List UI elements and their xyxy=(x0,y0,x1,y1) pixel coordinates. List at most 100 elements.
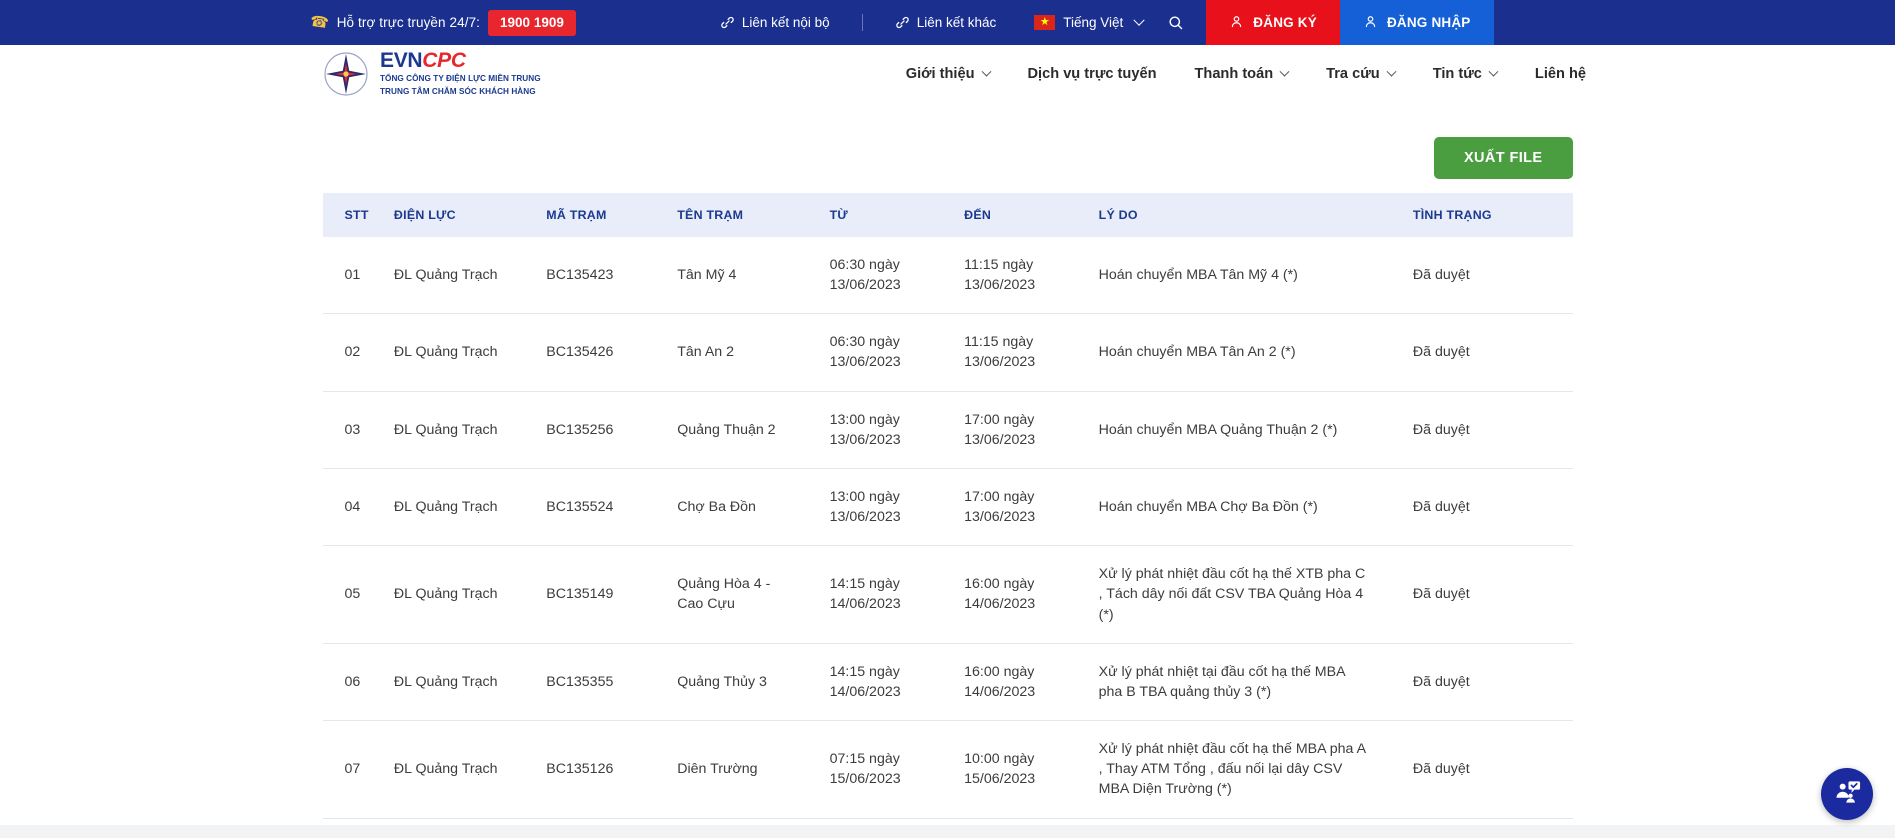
cell-den: 17:00 ngày 13/06/2023 xyxy=(964,391,1099,468)
nav-item-dich-vu-truc-tuyen[interactable]: Dịch vụ trực tuyến xyxy=(1009,66,1176,82)
nav-item-tin-tuc[interactable]: Tin tức xyxy=(1414,66,1516,82)
nav-item-lien-he[interactable]: Liên hệ xyxy=(1516,66,1605,82)
table-row[interactable]: 01 ĐL Quảng Trạch BC135423 Tân Mỹ 4 06:3… xyxy=(323,237,1573,314)
main-navigation: Giới thiệu Dịch vụ trực tuyến Thanh toán… xyxy=(887,66,1605,82)
nav-label: Tra cứu xyxy=(1326,66,1380,82)
other-links-link[interactable]: Liên kết khác xyxy=(891,15,1001,30)
cell-dien-luc: ĐL Quảng Trạch xyxy=(394,314,546,391)
brand-name-primary: EVN xyxy=(380,49,422,72)
column-header-ma-tram: MÃ TRẠM xyxy=(546,193,677,237)
cell-ten-tram: Diên Trường xyxy=(677,721,829,818)
cell-stt: 05 xyxy=(323,546,394,643)
column-header-tinh-trang: TÌNH TRẠNG xyxy=(1413,193,1573,237)
brand-logo[interactable]: EVNCPC TỔNG CÔNG TY ĐIỆN LỰC MIỀN TRUNG … xyxy=(323,50,541,98)
brand-title: EVNCPC xyxy=(380,50,541,72)
customer-support-chat-icon xyxy=(1833,777,1862,811)
table-header: STT ĐIỆN LỰC MÃ TRẠM TÊN TRẠM TỪ ĐẾN LÝ … xyxy=(323,193,1573,237)
internal-links-link[interactable]: Liên kết nội bộ xyxy=(716,15,834,30)
user-icon xyxy=(1229,14,1244,32)
cell-tinh-trang: Đã duyệt xyxy=(1413,643,1573,720)
cell-ma-tram: BC135423 xyxy=(546,237,677,314)
language-selector[interactable]: ★ Tiếng Việt xyxy=(1034,15,1143,30)
phone-icon: ☎ xyxy=(309,14,330,31)
cell-tu: 07:15 ngày 15/06/2023 xyxy=(830,721,965,818)
cell-dien-luc: ĐL Quảng Trạch xyxy=(394,546,546,643)
other-links-label: Liên kết khác xyxy=(917,15,997,30)
cell-den: 17:00 ngày 13/06/2023 xyxy=(964,468,1099,545)
cell-den: 11:15 ngày 13/06/2023 xyxy=(964,237,1099,314)
customer-support-chat-button[interactable] xyxy=(1821,768,1873,820)
hotline-group: ☎ Hỗ trợ trực truyền 24/7: 1900 1909 xyxy=(310,10,576,36)
bottom-page-strip xyxy=(0,825,1895,838)
site-header: EVNCPC TỔNG CÔNG TY ĐIỆN LỰC MIỀN TRUNG … xyxy=(0,45,1895,103)
chevron-down-icon xyxy=(1488,66,1498,76)
column-header-den: ĐẾN xyxy=(964,193,1099,237)
cell-ly-do: Xử lý phát nhiệt đầu cốt hạ thế MBA pha … xyxy=(1099,721,1413,818)
cell-tu: 14:15 ngày 14/06/2023 xyxy=(830,643,965,720)
table-row[interactable]: 05 ĐL Quảng Trạch BC135149 Quảng Hòa 4 -… xyxy=(323,546,1573,643)
chevron-down-icon xyxy=(1134,14,1145,25)
cell-ma-tram: BC135426 xyxy=(546,314,677,391)
cell-ma-tram: BC135126 xyxy=(546,721,677,818)
cell-tu: 06:30 ngày 13/06/2023 xyxy=(830,237,965,314)
table-row[interactable]: 02 ĐL Quảng Trạch BC135426 Tân An 2 06:3… xyxy=(323,314,1573,391)
register-button[interactable]: ĐĂNG KÝ xyxy=(1206,0,1340,45)
cell-dien-luc: ĐL Quảng Trạch xyxy=(394,391,546,468)
cell-ma-tram: BC135149 xyxy=(546,546,677,643)
cell-stt: 01 xyxy=(323,237,394,314)
table-row[interactable]: 07 ĐL Quảng Trạch BC135126 Diên Trường 0… xyxy=(323,721,1573,818)
top-utility-bar: ☎ Hỗ trợ trực truyền 24/7: 1900 1909 Liê… xyxy=(0,0,1895,45)
cell-tinh-trang: Đã duyệt xyxy=(1413,314,1573,391)
cell-ly-do: Xử lý phát nhiệt tại đầu cốt hạ thế MBA … xyxy=(1099,643,1413,720)
cell-tu: 06:30 ngày 13/06/2023 xyxy=(830,314,965,391)
cell-ly-do: Hoán chuyển MBA Chợ Ba Đồn (*) xyxy=(1099,468,1413,545)
table-row[interactable]: 03 ĐL Quảng Trạch BC135256 Quảng Thuận 2… xyxy=(323,391,1573,468)
cell-ten-tram: Tân An 2 xyxy=(677,314,829,391)
chevron-down-icon xyxy=(1386,66,1396,76)
table-row[interactable]: 04 ĐL Quảng Trạch BC135524 Chợ Ba Đồn 13… xyxy=(323,468,1573,545)
evn-compass-star-logo-icon xyxy=(323,51,369,97)
link-chain-icon xyxy=(895,15,910,30)
login-label: ĐĂNG NHẬP xyxy=(1387,15,1471,30)
chevron-down-icon xyxy=(981,66,991,76)
nav-label: Tin tức xyxy=(1433,66,1482,82)
brand-subtitle-line-2: TRUNG TÂM CHĂM SÓC KHÁCH HÀNG xyxy=(380,87,541,98)
language-label: Tiếng Việt xyxy=(1063,15,1123,30)
nav-item-gioi-thieu[interactable]: Giới thiệu xyxy=(887,66,1009,82)
login-button[interactable]: ĐĂNG NHẬP xyxy=(1340,0,1494,45)
outage-schedule-table: STT ĐIỆN LỰC MÃ TRẠM TÊN TRẠM TỪ ĐẾN LÝ … xyxy=(323,193,1573,819)
cell-dien-luc: ĐL Quảng Trạch xyxy=(394,468,546,545)
topbar-left-spacer xyxy=(0,0,310,45)
cell-ten-tram: Quảng Hòa 4 - Cao Cựu xyxy=(677,546,829,643)
column-header-ly-do: LÝ DO xyxy=(1099,193,1413,237)
nav-item-thanh-toan[interactable]: Thanh toán xyxy=(1175,66,1307,82)
cell-tinh-trang: Đã duyệt xyxy=(1413,237,1573,314)
cell-dien-luc: ĐL Quảng Trạch xyxy=(394,643,546,720)
cell-tinh-trang: Đã duyệt xyxy=(1413,546,1573,643)
export-toolbar: XUẤT FILE xyxy=(323,103,1573,193)
cell-ma-tram: BC135256 xyxy=(546,391,677,468)
cell-tinh-trang: Đã duyệt xyxy=(1413,468,1573,545)
brand-subtitle-line-1: TỔNG CÔNG TY ĐIỆN LỰC MIỀN TRUNG xyxy=(380,74,541,85)
brand-name-secondary: CPC xyxy=(422,49,465,72)
table-row[interactable]: 06 ĐL Quảng Trạch BC135355 Quảng Thủy 3 … xyxy=(323,643,1573,720)
search-icon[interactable] xyxy=(1167,14,1184,31)
export-file-button[interactable]: XUẤT FILE xyxy=(1434,137,1573,179)
cell-dien-luc: ĐL Quảng Trạch xyxy=(394,237,546,314)
internal-links-label: Liên kết nội bộ xyxy=(742,15,830,30)
cell-den: 16:00 ngày 14/06/2023 xyxy=(964,643,1099,720)
cell-tu: 13:00 ngày 13/06/2023 xyxy=(830,391,965,468)
vietnam-flag-icon: ★ xyxy=(1034,15,1055,30)
cell-ly-do: Xử lý phát nhiệt đầu cốt hạ thế XTB pha … xyxy=(1099,546,1413,643)
hotline-label: Hỗ trợ trực truyền 24/7: xyxy=(337,15,480,30)
cell-ten-tram: Quảng Thủy 3 xyxy=(677,643,829,720)
content-container: Tìm kiếm XUẤT FILE STT ĐIỆN LỰC MÃ TRẠM … xyxy=(323,103,1573,838)
cell-ten-tram: Chợ Ba Đồn xyxy=(677,468,829,545)
hotline-number-badge[interactable]: 1900 1909 xyxy=(488,10,576,36)
link-chain-icon xyxy=(720,15,735,30)
nav-item-tra-cuu[interactable]: Tra cứu xyxy=(1307,66,1414,82)
nav-label: Liên hệ xyxy=(1535,66,1586,82)
cell-ten-tram: Quảng Thuận 2 xyxy=(677,391,829,468)
nav-label: Thanh toán xyxy=(1194,66,1273,82)
user-icon xyxy=(1363,14,1378,32)
